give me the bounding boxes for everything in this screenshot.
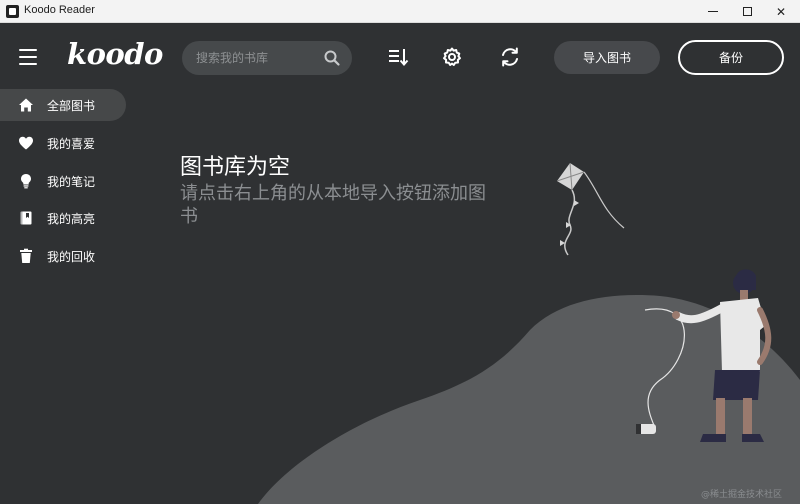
- kite-icon: [556, 162, 625, 256]
- person-figure: [672, 269, 772, 442]
- close-icon: ✕: [775, 4, 787, 19]
- watermark: @稀土掘金技术社区: [701, 490, 783, 500]
- import-books-button[interactable]: 导入图书: [554, 41, 660, 74]
- search-box[interactable]: [182, 41, 352, 75]
- title-bar: Koodo Reader ✕: [0, 0, 800, 23]
- sidebar-item-all-books[interactable]: 全部图书: [0, 89, 126, 121]
- home-icon: [19, 98, 33, 112]
- sidebar-item-label: 我的喜爱: [47, 136, 96, 151]
- minimize-button[interactable]: [696, 0, 730, 23]
- highlight-book-icon: [20, 211, 32, 225]
- lightbulb-icon: [21, 174, 31, 189]
- sync-icon[interactable]: [499, 46, 521, 68]
- empty-library-hint: 请点击右上角的从本地导入按钮添加图书: [180, 183, 486, 227]
- maximize-icon: [742, 7, 752, 16]
- window-title: Koodo Reader: [24, 4, 95, 16]
- heart-icon: [19, 136, 33, 150]
- sidebar-item-favorites[interactable]: 我的喜爱: [0, 127, 126, 159]
- minimize-icon: [708, 11, 718, 12]
- sidebar-item-label: 我的回收: [47, 249, 96, 264]
- sidebar-item-label: 全部图书: [47, 98, 96, 113]
- maximize-button[interactable]: [730, 0, 764, 23]
- app-icon: [6, 5, 19, 18]
- sidebar-item-notes[interactable]: 我的笔记: [0, 165, 126, 197]
- empty-library-title: 图书库为空: [180, 155, 291, 180]
- app-logo: koodo: [67, 37, 163, 71]
- backup-button[interactable]: 备份: [678, 40, 784, 75]
- sidebar-item-highlights[interactable]: 我的高亮: [0, 202, 126, 234]
- sidebar-item-label: 我的高亮: [47, 211, 96, 226]
- trash-icon: [20, 248, 32, 263]
- search-icon[interactable]: [323, 49, 341, 67]
- search-input[interactable]: [196, 41, 316, 75]
- sidebar-item-trash[interactable]: 我的回收: [0, 240, 126, 272]
- sort-icon[interactable]: [387, 46, 409, 68]
- menu-icon[interactable]: [19, 49, 37, 65]
- gear-icon[interactable]: [441, 46, 463, 68]
- close-button[interactable]: ✕: [764, 0, 798, 23]
- sidebar-item-label: 我的笔记: [47, 174, 96, 189]
